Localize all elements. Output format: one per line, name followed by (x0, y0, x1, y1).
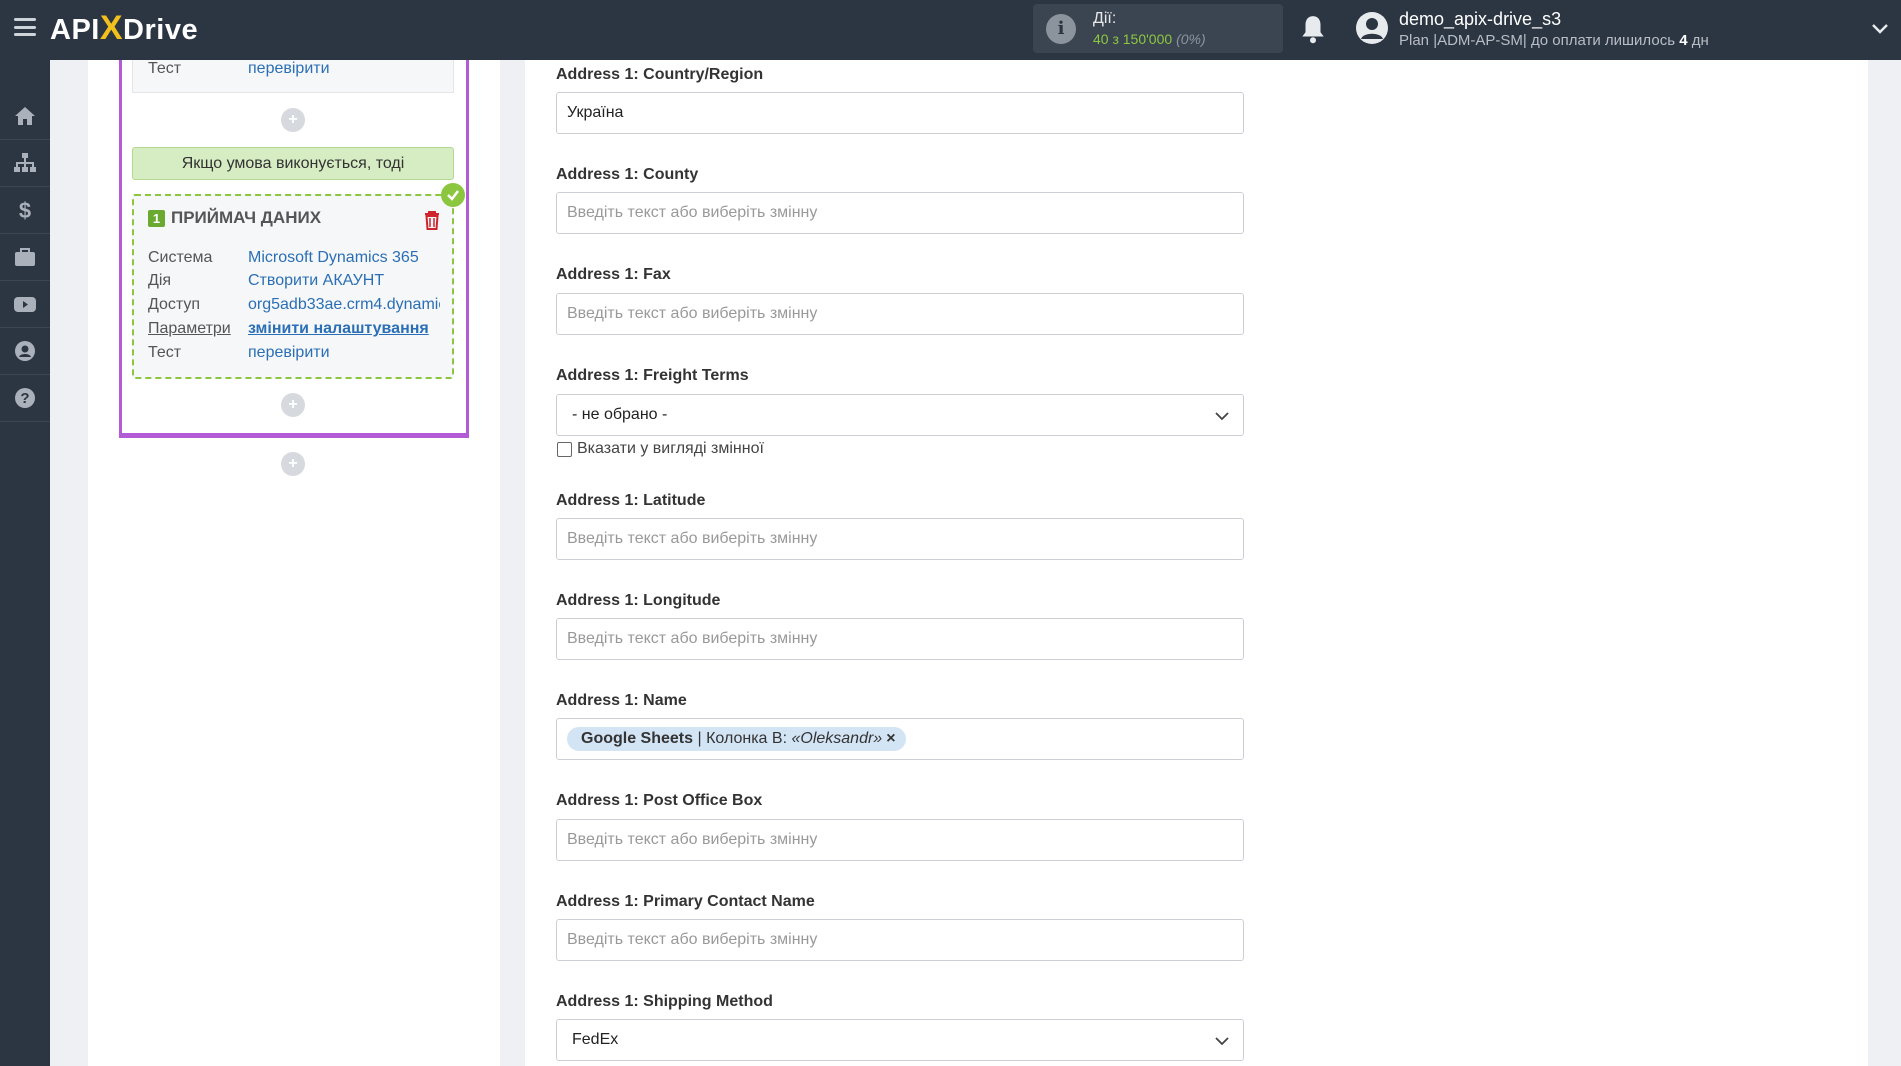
remove-tag-icon[interactable]: × (886, 730, 895, 747)
youtube-icon (14, 297, 36, 312)
chevron-down-icon[interactable] (1871, 20, 1889, 38)
check-icon (441, 183, 465, 207)
nav-video[interactable] (0, 281, 50, 328)
logo[interactable]: APIXDrive (50, 10, 198, 48)
fax-label: Address 1: Fax (556, 266, 671, 283)
chevron-down-icon (1215, 1037, 1229, 1046)
nav-billing[interactable]: $ (0, 187, 50, 234)
as-variable-checkbox[interactable] (557, 441, 572, 457)
system-label: Система (148, 249, 213, 266)
briefcase-icon (15, 248, 35, 266)
condition-text: Якщо умова виконується, тоді (132, 147, 454, 180)
plan-info: Plan |ADM-AP-SM| до оплати лишилось 4 дн (1399, 32, 1709, 49)
country-input[interactable]: Україна (556, 92, 1244, 134)
user-avatar-icon[interactable] (1355, 11, 1389, 45)
add-step-button[interactable]: + (281, 393, 305, 417)
as-variable-label: Вказати у вигляді змінної (577, 440, 764, 457)
action-label: Дія (148, 272, 172, 289)
as-variable-checkbox-row[interactable]: Вказати у вигляді змінної (557, 440, 764, 458)
top-bar: APIXDrive i Дії: 40 з 150'000 (0%) demo_… (0, 0, 1901, 60)
shipping-method-select[interactable]: FedEx (556, 1019, 1244, 1061)
nav-help[interactable]: ? (0, 375, 50, 422)
help-icon: ? (15, 388, 35, 408)
side-nav: $ ? (0, 60, 50, 1066)
country-label: Address 1: Country/Region (556, 66, 764, 83)
nav-flows[interactable] (0, 140, 50, 187)
params-link[interactable]: змінити налаштування (248, 320, 440, 338)
svg-text:?: ? (20, 390, 29, 407)
primary-contact-input[interactable]: Введіть текст або виберіть змінну (556, 919, 1244, 961)
trash-icon[interactable] (423, 210, 441, 230)
action-value[interactable]: Створити АКАУНТ (248, 272, 440, 290)
info-icon: i (1046, 14, 1076, 44)
bell-icon[interactable] (1300, 14, 1326, 44)
add-step-button[interactable]: + (281, 108, 305, 132)
home-icon (15, 107, 35, 125)
prev-test-link[interactable]: перевірити (248, 60, 330, 78)
county-label: Address 1: County (556, 166, 699, 183)
test-link[interactable]: перевірити (248, 344, 330, 362)
latitude-input[interactable]: Введіть текст або виберіть змінну (556, 518, 1244, 560)
user-circle-icon (15, 341, 35, 361)
access-value[interactable]: org5adb33ae.crm4.dynamics.com (248, 296, 440, 314)
pobox-label: Address 1: Post Office Box (556, 792, 763, 809)
nav-home[interactable] (0, 93, 50, 140)
dollar-icon: $ (19, 198, 31, 222)
nav-account[interactable] (0, 328, 50, 375)
longitude-label: Address 1: Longitude (556, 592, 721, 609)
receiver-title: 1 ПРИЙМАЧ ДАНИХ (148, 208, 321, 228)
nav-tools[interactable] (0, 234, 50, 281)
freight-terms-select[interactable]: - не обрано - (556, 394, 1244, 436)
params-label: Параметри (148, 320, 231, 337)
sitemap-icon (14, 153, 36, 172)
chevron-down-icon (1215, 412, 1229, 421)
test-label: Тест (148, 344, 182, 361)
freight-terms-label: Address 1: Freight Terms (556, 367, 749, 384)
prev-test-label: Тест (148, 60, 182, 77)
access-label: Доступ (148, 296, 201, 313)
username[interactable]: demo_apix-drive_s3 (1399, 9, 1561, 30)
shipping-method-label: Address 1: Shipping Method (556, 993, 773, 1010)
latitude-label: Address 1: Latitude (556, 492, 706, 509)
longitude-input[interactable]: Введіть текст або виберіть змінну (556, 618, 1244, 660)
add-step-button[interactable]: + (281, 452, 305, 476)
county-input[interactable]: Введіть текст або виберіть змінну (556, 192, 1244, 234)
menu-icon[interactable] (14, 18, 36, 36)
variable-tag[interactable]: Google Sheets | Колонка B: «Oleksandr» × (567, 727, 906, 751)
svg-text:$: $ (19, 198, 31, 222)
actions-count: 40 з 150'000 (0%) (1093, 31, 1206, 47)
name-label: Address 1: Name (556, 692, 687, 709)
system-value[interactable]: Microsoft Dynamics 365 (248, 249, 440, 267)
actions-counter[interactable]: i Дії: 40 з 150'000 (0%) (1033, 4, 1283, 53)
pobox-input[interactable]: Введіть текст або виберіть змінну (556, 819, 1244, 861)
primary-contact-label: Address 1: Primary Contact Name (556, 893, 815, 910)
actions-label: Дії: (1093, 10, 1117, 27)
step-number: 1 (148, 209, 165, 227)
fax-input[interactable]: Введіть текст або виберіть змінну (556, 293, 1244, 335)
